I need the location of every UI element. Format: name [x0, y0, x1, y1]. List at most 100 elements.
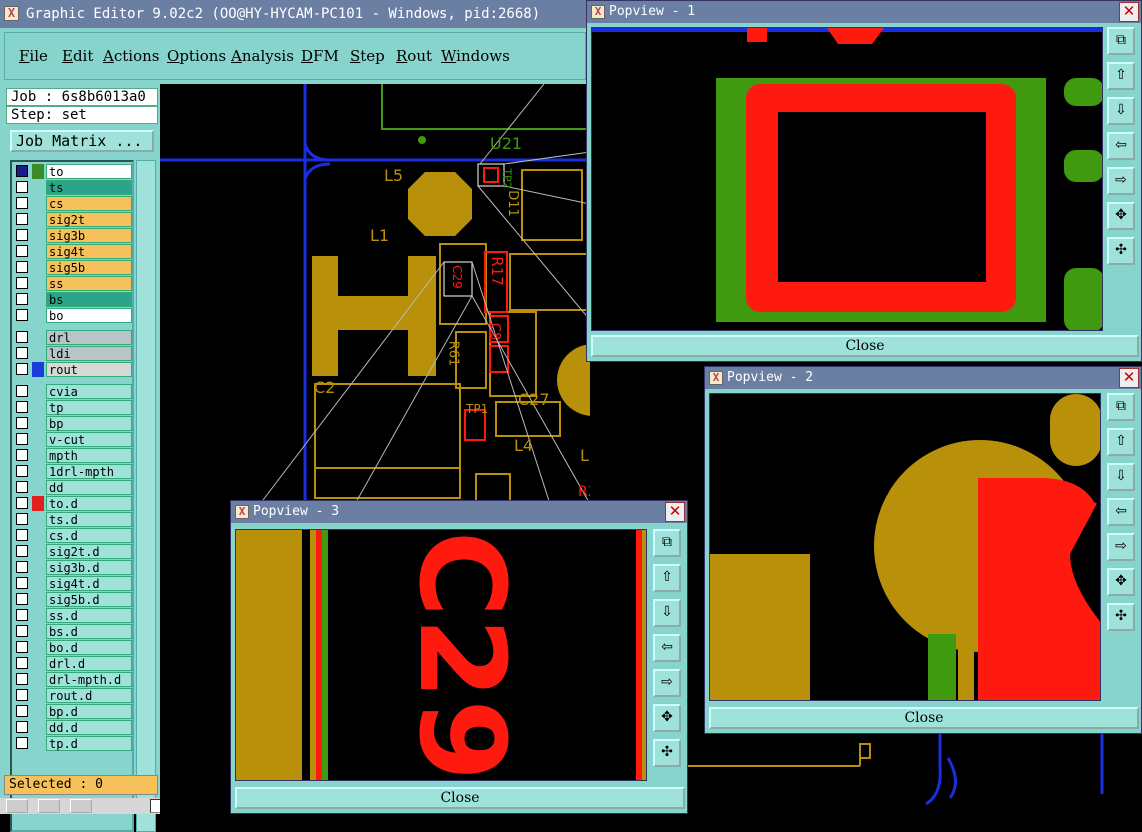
layer-checkbox[interactable] — [16, 673, 28, 685]
layer-checkbox[interactable] — [16, 449, 28, 461]
pan-left-icon[interactable]: ⇦ — [1107, 132, 1135, 160]
layer-row[interactable]: sig2t.d — [14, 544, 132, 559]
layer-name[interactable]: sig2t.d — [46, 544, 132, 559]
layer-name[interactable]: sig2t — [46, 212, 132, 227]
popview-1-view[interactable] — [591, 27, 1103, 331]
fit-view-icon[interactable]: ⧉ — [653, 529, 681, 557]
layer-row[interactable]: tp — [14, 400, 132, 415]
layer-row[interactable]: 1drl-mpth — [14, 464, 132, 479]
popview-2-view[interactable] — [709, 393, 1101, 701]
layer-checkbox[interactable] — [16, 577, 28, 589]
layer-name[interactable]: to.d — [46, 496, 132, 511]
layer-name[interactable]: sig3b.d — [46, 560, 132, 575]
layer-checkbox[interactable] — [16, 497, 28, 509]
layer-checkbox[interactable] — [16, 363, 28, 375]
layer-name[interactable]: cs.d — [46, 528, 132, 543]
pan-up-icon[interactable]: ⇧ — [1107, 62, 1135, 90]
layer-row[interactable]: sig4t.d — [14, 576, 132, 591]
fit-view-icon[interactable]: ⧉ — [1107, 393, 1135, 421]
layer-name[interactable]: drl.d — [46, 656, 132, 671]
layer-name[interactable]: dd — [46, 480, 132, 495]
menu-edit[interactable]: Edit — [62, 47, 93, 65]
layer-checkbox[interactable] — [16, 737, 28, 749]
popview-3-close-button[interactable]: Close — [235, 787, 685, 809]
layer-name[interactable]: drl — [46, 330, 132, 345]
layer-checkbox[interactable] — [16, 401, 28, 413]
popview-2-close-icon[interactable]: ✕ — [1119, 368, 1139, 388]
layer-name[interactable]: rout — [46, 362, 132, 377]
layer-name[interactable]: to — [46, 164, 132, 179]
popview-1-title-bar[interactable]: X Popview - 1 ✕ — [587, 1, 1141, 23]
layer-name[interactable]: v-cut — [46, 432, 132, 447]
layer-checkbox[interactable] — [16, 625, 28, 637]
layer-row[interactable]: v-cut — [14, 432, 132, 447]
layer-list-scrollbar[interactable] — [136, 160, 156, 832]
layer-name[interactable]: sig4t — [46, 244, 132, 259]
layer-row[interactable]: cs — [14, 196, 132, 211]
layer-checkbox[interactable] — [16, 385, 28, 397]
layer-row[interactable]: rout.d — [14, 688, 132, 703]
layer-name[interactable]: ss.d — [46, 608, 132, 623]
fit-view-icon[interactable]: ⧉ — [1107, 27, 1135, 55]
layer-row[interactable]: bo.d — [14, 640, 132, 655]
pan-down-icon[interactable]: ⇩ — [1107, 463, 1135, 491]
layer-row[interactable]: sig4t — [14, 244, 132, 259]
layer-checkbox[interactable] — [16, 433, 28, 445]
layer-name[interactable]: bp — [46, 416, 132, 431]
zoom-in-icon[interactable]: ✥ — [1107, 568, 1135, 596]
layer-name[interactable]: dd.d — [46, 720, 132, 735]
layer-name[interactable]: tp.d — [46, 736, 132, 751]
menu-windows[interactable]: Windows — [441, 47, 510, 65]
layer-checkbox[interactable] — [16, 277, 28, 289]
layer-name[interactable]: sig4t.d — [46, 576, 132, 591]
menu-analysis[interactable]: Analysis — [231, 47, 294, 65]
title-bar[interactable]: X Graphic Editor 9.02c2 (OO@HY-HYCAM-PC1… — [0, 0, 590, 28]
layer-row[interactable]: ss — [14, 276, 132, 291]
menu-rout[interactable]: Rout — [396, 47, 432, 65]
layer-checkbox[interactable] — [16, 417, 28, 429]
layer-checkbox[interactable] — [16, 229, 28, 241]
layer-row[interactable]: cvia — [14, 384, 132, 399]
layer-row[interactable]: rout — [14, 362, 132, 377]
layer-checkbox[interactable] — [16, 721, 28, 733]
layer-name[interactable]: bo — [46, 308, 132, 323]
layer-name[interactable]: 1drl-mpth — [46, 464, 132, 479]
layer-name[interactable]: ldi — [46, 346, 132, 361]
layer-name[interactable]: mpth — [46, 448, 132, 463]
pan-left-icon[interactable]: ⇦ — [1107, 498, 1135, 526]
layer-checkbox[interactable] — [16, 705, 28, 717]
layer-row[interactable]: sig2t — [14, 212, 132, 227]
layer-name[interactable]: tp — [46, 400, 132, 415]
layer-checkbox[interactable] — [16, 609, 28, 621]
layer-row[interactable]: bs — [14, 292, 132, 307]
layer-checkbox[interactable] — [16, 545, 28, 557]
layer-row[interactable]: bs.d — [14, 624, 132, 639]
layer-checkbox[interactable] — [16, 561, 28, 573]
pan-down-icon[interactable]: ⇩ — [653, 599, 681, 627]
layer-checkbox[interactable] — [16, 293, 28, 305]
pcb-canvas-lower[interactable] — [686, 734, 1142, 814]
layer-row[interactable]: cs.d — [14, 528, 132, 543]
layer-checkbox[interactable] — [16, 529, 28, 541]
layer-checkbox[interactable] — [16, 513, 28, 525]
layer-name[interactable]: bp.d — [46, 704, 132, 719]
layer-row[interactable]: ts.d — [14, 512, 132, 527]
zoom-out-icon[interactable]: ✣ — [1107, 237, 1135, 265]
layer-checkbox[interactable] — [16, 347, 28, 359]
popview-3-title-bar[interactable]: X Popview - 3 ✕ — [231, 501, 687, 523]
layer-checkbox[interactable] — [16, 593, 28, 605]
popview-1-close-icon[interactable]: ✕ — [1119, 2, 1139, 22]
layer-checkbox[interactable] — [16, 213, 28, 225]
layer-row[interactable]: ts — [14, 180, 132, 195]
layer-name[interactable]: cs — [46, 196, 132, 211]
layer-row[interactable]: bp.d — [14, 704, 132, 719]
zoom-in-icon[interactable]: ✥ — [653, 704, 681, 732]
menu-file[interactable]: File — [19, 47, 48, 65]
layer-name[interactable]: ts.d — [46, 512, 132, 527]
pan-down-icon[interactable]: ⇩ — [1107, 97, 1135, 125]
layer-row[interactable]: to.d — [14, 496, 132, 511]
popview-3-close-icon[interactable]: ✕ — [665, 502, 685, 522]
job-matrix-button[interactable]: Job Matrix ... — [10, 130, 154, 152]
layer-row[interactable]: drl — [14, 330, 132, 345]
layer-checkbox[interactable] — [16, 165, 28, 177]
